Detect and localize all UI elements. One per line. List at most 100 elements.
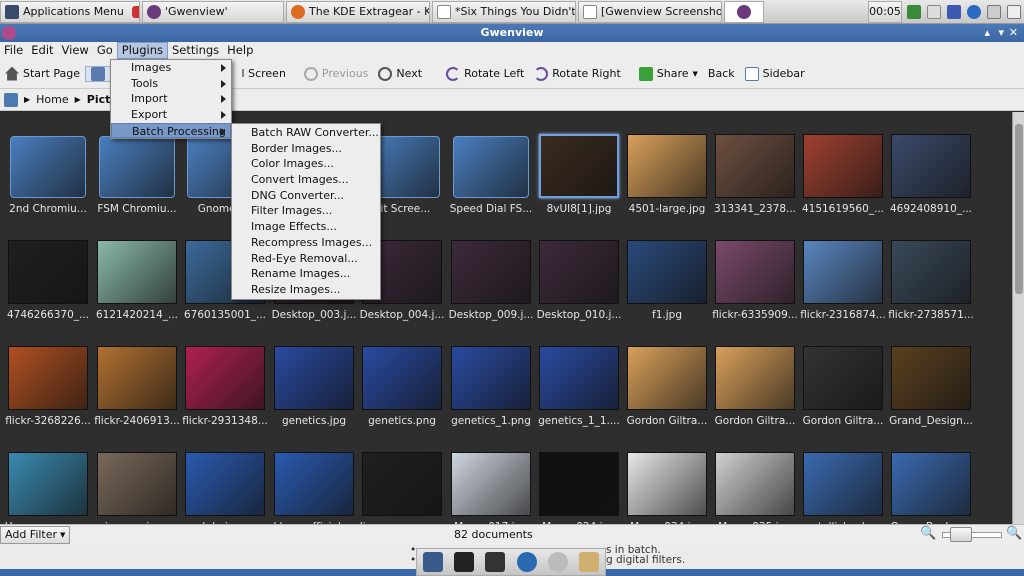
zoom-out-icon[interactable]: 🔍 [920, 526, 936, 541]
scrollbar-thumb[interactable] [1015, 124, 1023, 294]
window-app-icon[interactable] [2, 26, 16, 40]
plugins-item-tools[interactable]: Tools [111, 76, 231, 92]
full-screen-button[interactable]: l Screen [237, 67, 291, 80]
menu-view[interactable]: View [58, 42, 93, 59]
breadcrumb-home[interactable]: Home [36, 93, 68, 106]
thumbnail-item[interactable]: genetics.png [358, 324, 446, 428]
menu-plugins[interactable]: Plugins [116, 42, 168, 59]
batch-item[interactable]: Filter Images... [232, 203, 380, 219]
minimize-icon[interactable]: ▾ [998, 24, 1004, 42]
batch-item[interactable]: Convert Images... [232, 172, 380, 188]
task-browser[interactable]: The KDE Extragear - Ki... [286, 0, 430, 23]
network-icon[interactable] [907, 4, 921, 19]
volume-icon[interactable] [987, 4, 1001, 19]
thumbnail-item[interactable]: metallicbackg... [799, 430, 887, 524]
batch-item[interactable]: Border Images... [232, 141, 380, 157]
clock[interactable]: 00:05 [868, 0, 902, 23]
thumbnail-item[interactable]: flickr-2738571... [887, 218, 975, 322]
menu-help[interactable]: Help [223, 42, 257, 59]
back-button[interactable]: Back [703, 67, 740, 80]
menu-settings[interactable]: Settings [168, 42, 223, 59]
thumbnail-item[interactable]: klogo-official-... [270, 430, 358, 524]
menu-go[interactable]: Go [93, 42, 117, 59]
task-gwenview[interactable]: 'Gwenview' [142, 0, 284, 23]
thumbnail-item[interactable]: Opera-Backgr... [887, 430, 975, 524]
plugins-item-import[interactable]: Import [111, 91, 231, 107]
thumbnail-item[interactable]: Desktop_009.j... [447, 218, 535, 322]
plugins-item-export[interactable]: Export [111, 107, 231, 123]
plugins-item-batch-processing[interactable]: Batch Processing [111, 122, 231, 139]
thumbnail-item[interactable]: images.jpeg [93, 430, 181, 524]
batch-item[interactable]: DNG Converter... [232, 188, 380, 204]
batch-item[interactable]: Resize Images... [232, 282, 380, 298]
terminal-icon[interactable] [453, 552, 474, 572]
thumbnail-grid[interactable]: 2nd Chromiu... FSM Chromiu... Gnome Sh dit … [0, 112, 1012, 524]
task-eye[interactable] [724, 0, 764, 23]
signal-icon[interactable] [947, 4, 961, 19]
task-screenshot[interactable]: [Gwenview Screenshot... [578, 0, 722, 23]
thumbnail-item[interactable]: Gordon Giltra... [711, 324, 799, 428]
display-icon[interactable] [927, 4, 941, 19]
file-manager-icon[interactable] [485, 552, 506, 572]
update-icon[interactable] [967, 4, 981, 19]
thumbnail-item[interactable]: kde.jpeg [181, 430, 269, 524]
thumbnail-item[interactable]: 4151619560_... [799, 112, 887, 216]
vertical-scrollbar[interactable] [1012, 112, 1024, 524]
batch-item[interactable]: Color Images... [232, 156, 380, 172]
rotate-right-button[interactable]: Rotate Right [529, 66, 625, 81]
thumbnail-item[interactable]: f1.jpg [623, 218, 711, 322]
battery-icon[interactable] [1007, 4, 1021, 19]
thumbnail-item[interactable]: 6121420214_... [93, 218, 181, 322]
window-titlebar[interactable]: Gwenview ▴ ▾ ✕ [0, 24, 1024, 42]
thumbnail-item[interactable]: Gordon Giltra... [623, 324, 711, 428]
thumbnail-item[interactable]: flickr-2316874... [799, 218, 887, 322]
thumbnail-item[interactable]: linux comman... [358, 430, 446, 524]
batch-item[interactable]: Recompress Images... [232, 235, 380, 251]
thumbnail-item[interactable]: Human egg ce... [4, 430, 92, 524]
thumbnail-item[interactable]: flickr-2931348... [181, 324, 269, 428]
keep-above-icon[interactable]: ▴ [984, 24, 990, 42]
thumbnail-item[interactable]: 4501-large.jpg [623, 112, 711, 216]
thumbnail-item[interactable]: Grand_Design... [887, 324, 975, 428]
thumbnail-item[interactable]: genetics.jpg [270, 324, 358, 428]
thumbnail-item[interactable]: 2nd Chromiu... [4, 112, 92, 216]
zoom-slider-handle[interactable] [950, 527, 972, 542]
sidebar-button[interactable]: Sidebar [740, 66, 810, 81]
thumbnail-item[interactable]: Speed Dial FS... [447, 112, 535, 216]
batch-item[interactable]: Rename Images... [232, 266, 380, 282]
batch-item[interactable]: Red-Eye Removal... [232, 251, 380, 267]
thumbnail-item[interactable]: 4746266370_... [4, 218, 92, 322]
folder-icon[interactable] [579, 552, 600, 572]
next-button[interactable]: Next [373, 66, 427, 81]
thumbnail-item[interactable]: Gordon Giltra... [799, 324, 887, 428]
batch-item[interactable]: Batch RAW Converter... [232, 125, 380, 141]
thumbnail-item[interactable]: 4692408910_... [887, 112, 975, 216]
add-filter-button[interactable]: Add Filter ▼ [0, 525, 71, 544]
thumbnail-item[interactable]: genetics_1_1.... [535, 324, 623, 428]
menu-edit[interactable]: Edit [27, 42, 57, 59]
zoom-in-icon[interactable]: 🔍 [1006, 526, 1022, 541]
share-button[interactable]: Share ▼ [634, 66, 703, 81]
start-page-button[interactable]: Start Page [0, 66, 85, 81]
thumbnail-item[interactable]: 8vUI8[1].jpg [535, 112, 623, 216]
batch-item[interactable]: Image Effects... [232, 219, 380, 235]
search-icon[interactable] [547, 552, 568, 572]
thumbnail-item[interactable]: flickr-3268226... [4, 324, 92, 428]
applications-menu-button[interactable]: Applications Menu [0, 0, 140, 23]
task-editor[interactable]: *Six Things You Didn't ... [432, 0, 576, 23]
thumbnail-item[interactable]: Menu_034.jpg [623, 430, 711, 524]
thumbnail-item[interactable]: Menu_017.jpg [447, 430, 535, 524]
desktop-icon[interactable] [422, 552, 443, 572]
places-icon[interactable] [4, 92, 18, 107]
plugins-item-images[interactable]: Images [111, 60, 231, 76]
thumbnail-item[interactable]: 313341_2378... [711, 112, 799, 216]
thumbnail-item[interactable]: genetics_1.png [447, 324, 535, 428]
previous-button[interactable]: Previous [299, 66, 374, 81]
close-icon[interactable]: ✕ [1009, 24, 1018, 42]
menu-file[interactable]: File [0, 42, 27, 59]
thumbnail-item[interactable]: flickr-6335909... [711, 218, 799, 322]
thumbnail-item[interactable]: Menu_035.jpg [711, 430, 799, 524]
thumbnail-item[interactable]: flickr-2406913... [93, 324, 181, 428]
thumbnail-item[interactable]: Desktop_010.j... [535, 218, 623, 322]
rotate-left-button[interactable]: Rotate Left [441, 66, 529, 81]
